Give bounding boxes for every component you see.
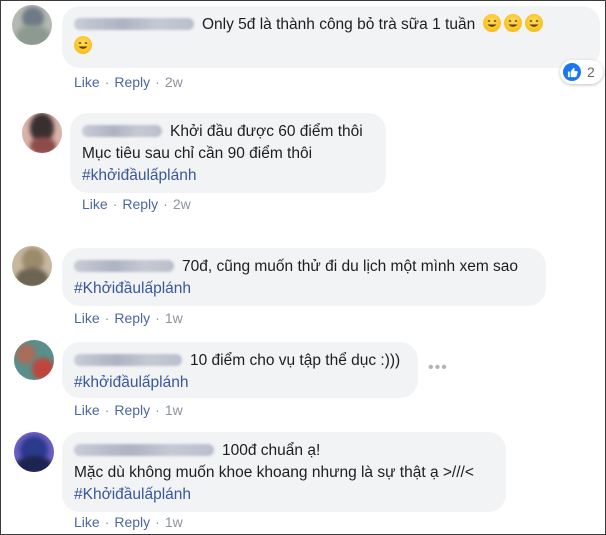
separator: · (155, 402, 160, 418)
like-link[interactable]: Like (74, 74, 100, 90)
hashtag-link[interactable]: #khởiđầulấplánh (82, 165, 374, 187)
author-name[interactable] (74, 18, 194, 30)
separator: · (104, 74, 110, 90)
author-name[interactable] (74, 354, 182, 366)
hashtag-link[interactable]: #khởiđầulấplánh (74, 372, 406, 394)
comment-actions: Like · Reply · 1w (74, 402, 183, 418)
reply-link[interactable]: Reply (114, 402, 150, 418)
avatar[interactable] (14, 340, 54, 380)
smile-emoji-icon (74, 36, 92, 54)
hashtag-link[interactable]: #Khởiđầulấplánh (74, 278, 534, 300)
comment-bubble: 70đ, cũng muốn thử đi du lịch một mình x… (62, 248, 546, 306)
separator: · (155, 74, 160, 90)
reaction-summary[interactable]: 2 (560, 60, 603, 84)
reply-link[interactable]: Reply (114, 310, 150, 326)
author-name[interactable] (82, 125, 162, 137)
comment-actions: Like · Reply · 2w (74, 74, 183, 90)
avatar[interactable] (14, 432, 54, 472)
timestamp[interactable]: 2w (165, 74, 183, 90)
avatar[interactable] (22, 113, 62, 153)
reaction-count: 2 (587, 64, 595, 80)
comment-bubble: 10 điểm cho vụ tập thể dục :))) #khởiđầu… (62, 342, 418, 398)
smile-emoji-icon (503, 14, 522, 32)
separator: · (155, 514, 160, 530)
comment-text-line-1: Khởi đầu được 60 điểm thôi (170, 123, 363, 140)
comment-text-line-1: 70đ, cũng muốn thử đi du lịch một mình x… (182, 258, 519, 275)
comment-bubble: 100đ chuẩn ạ! Mặc dù không muốn khoe kho… (62, 432, 506, 512)
hashtag-link[interactable]: #Khởiđầulấplánh (74, 484, 494, 506)
separator: · (163, 196, 168, 212)
reply-link[interactable]: Reply (122, 196, 158, 212)
comment-text: Only 5đ là thành công bỏ trà sữa 1 tuần (202, 16, 476, 33)
comment-text-line-1: 10 điểm cho vụ tập thể dục :))) (190, 352, 401, 369)
reply-link[interactable]: Reply (114, 74, 150, 90)
separator: · (104, 402, 110, 418)
timestamp[interactable]: 1w (165, 514, 183, 530)
author-name[interactable] (74, 444, 214, 456)
comment-actions: Like · Reply · 2w (82, 196, 191, 212)
comment-bubble: Only 5đ là thành công bỏ trà sữa 1 tuần (62, 6, 600, 68)
avatar[interactable] (12, 5, 52, 45)
like-link[interactable]: Like (82, 196, 108, 212)
comment-actions: Like · Reply · 1w (74, 514, 183, 530)
timestamp[interactable]: 1w (165, 402, 183, 418)
like-link[interactable]: Like (74, 514, 100, 530)
like-link[interactable]: Like (74, 310, 100, 326)
comment-text-line-2: Mục tiêu sau chỉ cần 90 điểm thôi (82, 145, 313, 162)
smile-emoji-icon (524, 14, 543, 32)
comment-text-line-2: Mặc dù không muốn khoe khoang nhưng là s… (74, 464, 474, 481)
separator: · (104, 310, 110, 326)
more-options-button[interactable]: ••• (428, 359, 448, 377)
comment-text-line-1: 100đ chuẩn ạ! (222, 442, 321, 459)
separator: · (104, 514, 110, 530)
avatar[interactable] (12, 246, 52, 286)
author-name[interactable] (74, 260, 174, 272)
comment-actions: Like · Reply · 1w (74, 310, 183, 326)
smile-emoji-icon (482, 14, 501, 32)
timestamp[interactable]: 2w (173, 196, 191, 212)
separator: · (155, 310, 160, 326)
thumbs-up-icon (563, 63, 581, 81)
separator: · (112, 196, 118, 212)
comment-bubble: Khởi đầu được 60 điểm thôi Mục tiêu sau … (70, 113, 386, 193)
reply-link[interactable]: Reply (114, 514, 150, 530)
like-link[interactable]: Like (74, 402, 100, 418)
timestamp[interactable]: 1w (165, 310, 183, 326)
